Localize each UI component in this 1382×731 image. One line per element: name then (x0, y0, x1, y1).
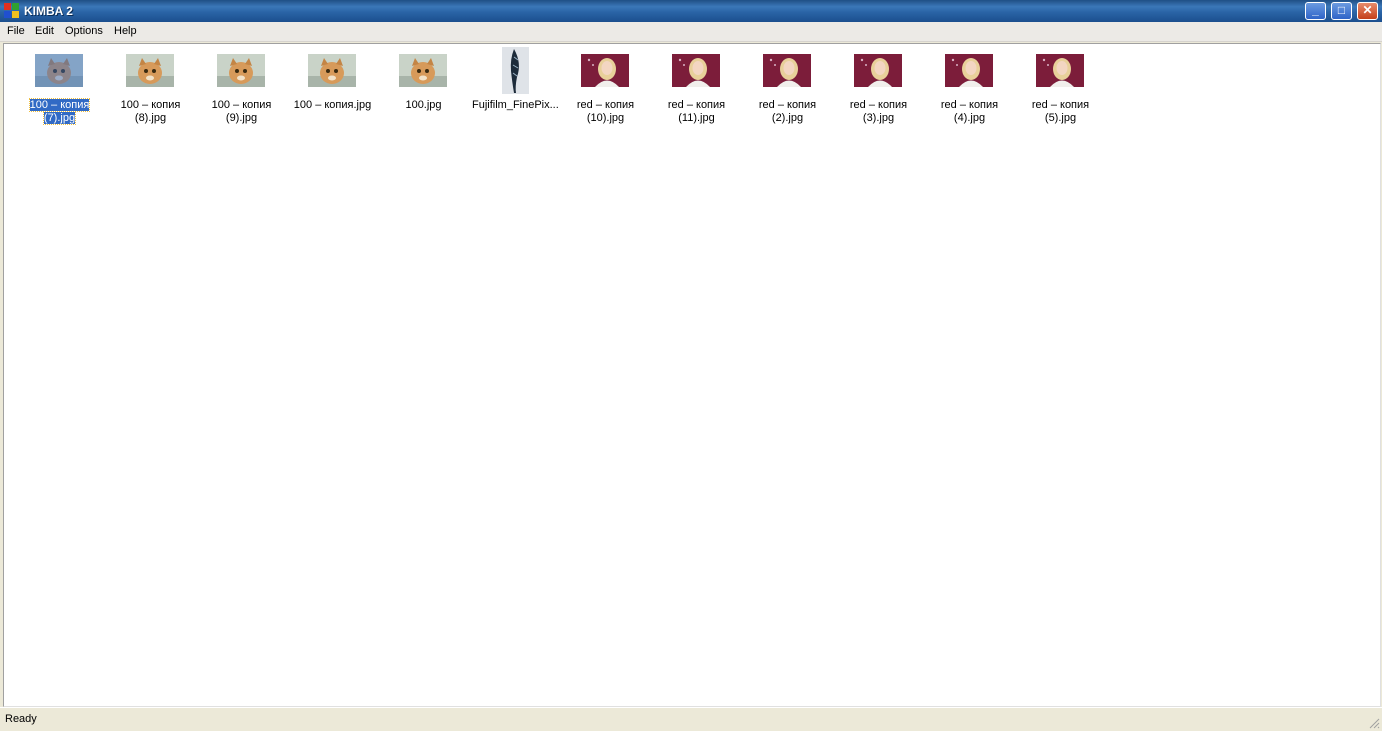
file-name-label: red – копия (3).jpg (849, 99, 908, 124)
file-item[interactable]: red – копия (4).jpg (924, 44, 1015, 134)
file-name-label: 100 – копия.jpg (293, 99, 372, 111)
file-thumbnail (308, 54, 356, 87)
status-text: Ready (5, 713, 37, 725)
file-name-label: 100.jpg (405, 99, 442, 111)
minimize-button[interactable]: _ (1305, 2, 1326, 20)
file-thumbnail (1036, 54, 1084, 87)
file-list-view[interactable]: 100 – копия (7).jpg 100 – копия (8).jpg 100 … (3, 43, 1381, 707)
file-item[interactable]: red – копия (10).jpg (560, 44, 651, 134)
file-name-label: 100 – копия (8).jpg (120, 99, 181, 124)
file-name-label: red – копия (5).jpg (1031, 99, 1090, 124)
file-item[interactable]: 100 – копия (8).jpg (105, 44, 196, 134)
file-item[interactable]: red – копия (3).jpg (833, 44, 924, 134)
close-button[interactable]: ✕ (1357, 2, 1378, 20)
file-thumbnail (672, 54, 720, 87)
file-item[interactable]: 100 – копия (7).jpg (14, 44, 105, 134)
file-thumbnail (35, 54, 83, 87)
file-item[interactable]: red – копия (11).jpg (651, 44, 742, 134)
file-name-label: red – копия (2).jpg (758, 99, 817, 124)
file-thumbnail (502, 47, 529, 94)
menu-file[interactable]: File (7, 25, 25, 37)
file-thumbnail (399, 54, 447, 87)
file-item[interactable]: Fujifilm_FinePix... (469, 44, 560, 134)
maximize-button[interactable]: □ (1331, 2, 1352, 20)
file-thumbnail (945, 54, 993, 87)
menu-help[interactable]: Help (114, 25, 137, 37)
resize-grip-icon[interactable] (1368, 717, 1380, 729)
app-icon[interactable] (4, 3, 20, 19)
file-name-label: red – копия (10).jpg (576, 99, 635, 124)
menu-edit[interactable]: Edit (35, 25, 54, 37)
file-name-label: 100 – копия (7).jpg (28, 98, 91, 125)
window-title: KIMBA 2 (24, 4, 73, 18)
file-thumbnail (126, 54, 174, 87)
file-thumbnail (581, 54, 629, 87)
file-name-label: red – копия (4).jpg (940, 99, 999, 124)
menu-options[interactable]: Options (65, 25, 103, 37)
file-name-label: 100 – копия (9).jpg (211, 99, 272, 124)
file-name-label: Fujifilm_FinePix... (472, 99, 559, 111)
file-item[interactable]: 100.jpg (378, 44, 469, 134)
app-window: KIMBA 2 _ □ ✕ File Edit Options Help 100… (0, 0, 1382, 731)
file-name-label: red – копия (11).jpg (667, 99, 726, 124)
file-item[interactable]: 100 – копия.jpg (287, 44, 378, 134)
file-thumbnail (854, 54, 902, 87)
menu-bar: File Edit Options Help (0, 22, 1382, 42)
file-item[interactable]: red – копия (5).jpg (1015, 44, 1106, 134)
status-bar: Ready (0, 707, 1382, 731)
file-item[interactable]: 100 – копия (9).jpg (196, 44, 287, 134)
file-item[interactable]: red – копия (2).jpg (742, 44, 833, 134)
file-thumbnail (763, 54, 811, 87)
title-bar[interactable]: KIMBA 2 _ □ ✕ (0, 0, 1382, 22)
file-thumbnail (217, 54, 265, 87)
